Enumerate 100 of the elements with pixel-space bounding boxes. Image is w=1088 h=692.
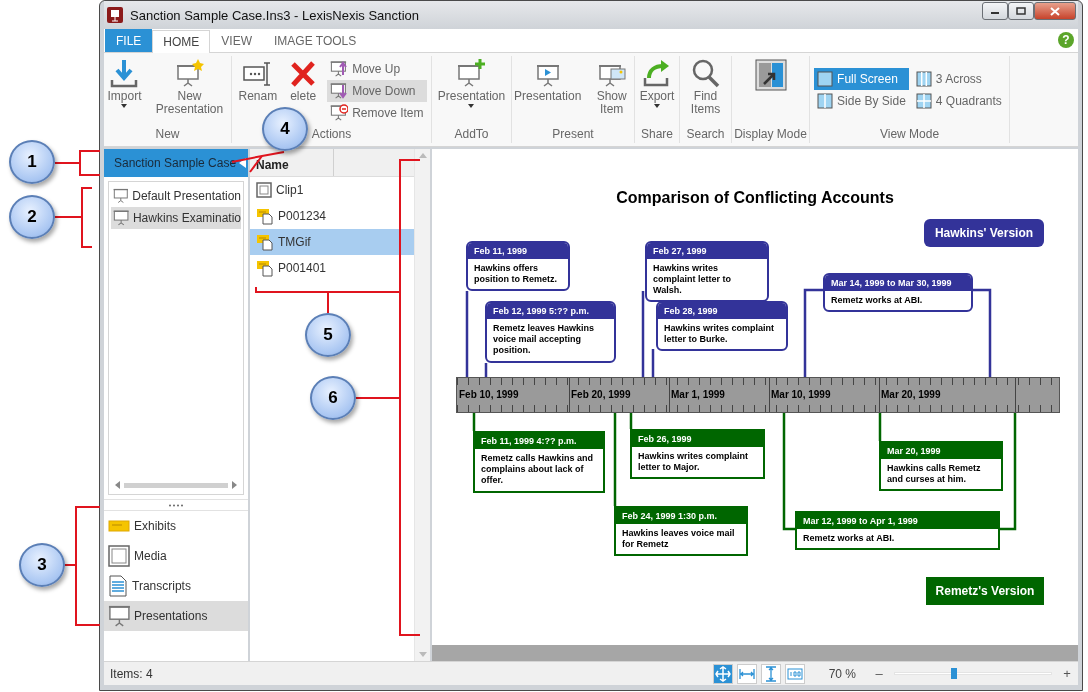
zoom-out-button[interactable]: – bbox=[874, 666, 884, 681]
event-text: Hawkins writes complaint letter to Walsh. bbox=[652, 262, 732, 297]
ribbon-button[interactable]: Show Item bbox=[589, 58, 634, 116]
ribbon-button[interactable]: New Presentation bbox=[149, 58, 230, 116]
scroll-down-icon bbox=[418, 652, 427, 657]
ribbon-group-label: Share bbox=[641, 127, 673, 143]
event-date: Feb 28, 1999 bbox=[658, 303, 786, 319]
event-date: Mar 14, 1999 to Mar 30, 1999 bbox=[825, 275, 971, 291]
ribbon-button[interactable]: 4 Quadrants bbox=[912, 90, 1005, 112]
ribbon-tab[interactable]: FILE bbox=[105, 29, 153, 52]
ribbon-group-label: AddTo bbox=[454, 127, 489, 143]
item-count: Items: 4 bbox=[110, 666, 153, 681]
legend-label: Remetz's Version bbox=[926, 577, 1044, 605]
event-text: Hawkins calls Remetz and curses at him. bbox=[886, 462, 982, 486]
minimize-button[interactable] bbox=[982, 2, 1008, 20]
ribbon-button[interactable]: Move Down bbox=[327, 80, 427, 102]
event-date: Mar 12, 1999 to Apr 1, 1999 bbox=[797, 513, 998, 529]
ribbon-button[interactable]: Remove Item bbox=[327, 102, 427, 124]
list-item[interactable]: P001401 bbox=[250, 255, 414, 281]
event-text: Hawkins offers position to Remetz. bbox=[473, 262, 558, 286]
ribbon-group-label: Actions bbox=[311, 127, 352, 143]
close-button[interactable] bbox=[1034, 2, 1076, 20]
leader-line bbox=[54, 187, 93, 248]
easel-plus-icon bbox=[455, 58, 488, 90]
case-title: Sanction Sample Case bbox=[114, 156, 237, 170]
ribbon-button[interactable]: elete bbox=[285, 58, 322, 103]
nav-item[interactable]: Presentations bbox=[104, 601, 248, 631]
four-pane-icon bbox=[915, 93, 932, 109]
event-text: Hawkins writes complaint letter to Major. bbox=[637, 450, 750, 474]
vertical-scrollbar[interactable] bbox=[414, 149, 430, 661]
split-screen-cursor-icon bbox=[753, 58, 788, 92]
three-pane-icon bbox=[915, 71, 932, 87]
film-icon bbox=[108, 545, 130, 567]
ribbon-tab[interactable]: HOME bbox=[152, 30, 211, 53]
ribbon-button[interactable]: Full Screen bbox=[814, 68, 909, 90]
ribbon-button[interactable]: Side By Side bbox=[814, 90, 909, 112]
help-button[interactable]: ? bbox=[1058, 32, 1074, 48]
zoom-in-button[interactable]: + bbox=[1062, 666, 1072, 681]
callout-badge: 3 bbox=[19, 543, 65, 587]
ribbon-button[interactable]: Presentation bbox=[435, 58, 508, 109]
maximize-button[interactable] bbox=[1008, 2, 1034, 20]
list-item[interactable]: Clip1 bbox=[250, 177, 414, 203]
nav-item[interactable]: Transcripts bbox=[104, 571, 248, 601]
ribbon-group-label: View Mode bbox=[879, 127, 940, 143]
ribbon-button[interactable]: Renam bbox=[236, 58, 280, 103]
ribbon-button[interactable]: Import bbox=[105, 58, 144, 109]
maximize-icon bbox=[1016, 7, 1026, 15]
nav-item[interactable]: Media bbox=[104, 541, 248, 571]
ribbon-button[interactable]: Export bbox=[637, 58, 677, 109]
list-item[interactable]: P001234 bbox=[250, 203, 414, 229]
ribbon-group-label: Present bbox=[552, 127, 594, 143]
exhibit-document-icon bbox=[256, 233, 274, 251]
event-date: Mar 20, 1999 bbox=[881, 443, 1001, 459]
scroll-up-icon bbox=[418, 153, 427, 158]
dropdown-caret-icon bbox=[653, 103, 661, 109]
connector-line bbox=[651, 349, 655, 377]
close-icon bbox=[1050, 6, 1060, 16]
event-text: Remetz works at ABI. bbox=[830, 294, 924, 307]
timeline-date: Mar 10, 1999 bbox=[771, 389, 831, 400]
window-title: Sanction Sample Case.Ins3 - LexisNexis Sanction bbox=[130, 7, 421, 23]
easel-icon bbox=[108, 605, 130, 627]
callout-badge: 1 bbox=[9, 140, 55, 184]
exhibit-sticker-icon bbox=[108, 517, 130, 535]
zoom-mode-button[interactable] bbox=[736, 663, 757, 684]
event-date: Feb 24, 1999 1:30 p.m. bbox=[616, 508, 746, 524]
event-text: Remetz works at ABI. bbox=[802, 532, 896, 545]
event-date: Feb 12, 1999 5:?? p.m. bbox=[487, 303, 614, 319]
two-pane-icon bbox=[817, 93, 834, 109]
easel-icon bbox=[113, 208, 129, 228]
collapse-triangle-icon bbox=[239, 158, 247, 168]
leader-line bbox=[54, 150, 101, 176]
zoom-mode-button[interactable] bbox=[712, 663, 733, 684]
callout-badge: 2 bbox=[9, 195, 55, 239]
easel-icon bbox=[113, 186, 129, 206]
ribbon-button[interactable]: Presentation bbox=[512, 58, 584, 103]
timeline-date: Feb 20, 1999 bbox=[571, 389, 631, 400]
app-logo-icon bbox=[106, 6, 124, 24]
timeline-date: Mar 20, 1999 bbox=[881, 389, 941, 400]
event-text: Hawkins leaves voice mail for Remetz bbox=[621, 527, 736, 551]
scroll-left-icon bbox=[115, 481, 120, 489]
exhibit-document-icon bbox=[256, 207, 274, 225]
easel-up-arrow-icon bbox=[330, 60, 349, 78]
actual-size-icon bbox=[786, 665, 803, 682]
presentation-item[interactable]: Default Presentation bbox=[111, 185, 241, 207]
easel-minus-icon bbox=[330, 104, 349, 122]
scroll-right-icon bbox=[232, 481, 237, 489]
presentation-item[interactable]: Hawkins Examinatio bbox=[111, 207, 241, 229]
easel-down-arrow-icon bbox=[330, 82, 349, 100]
ribbon-button[interactable]: Find Items bbox=[680, 58, 731, 116]
list-item[interactable]: TMGif bbox=[250, 229, 414, 255]
ribbon-button[interactable]: 3 Across bbox=[912, 68, 1005, 90]
nav-item[interactable]: Exhibits bbox=[104, 511, 248, 541]
slider-thumb[interactable] bbox=[951, 668, 958, 679]
zoom-mode-button[interactable] bbox=[760, 663, 781, 684]
single-pane-icon bbox=[817, 71, 834, 87]
ribbon-button[interactable]: Move Up bbox=[327, 58, 427, 80]
zoom-mode-button[interactable] bbox=[784, 663, 805, 684]
timeline-date: Mar 1, 1999 bbox=[671, 389, 725, 400]
dropdown-caret-icon bbox=[467, 103, 476, 109]
zoom-percent: 70 % bbox=[828, 666, 856, 681]
